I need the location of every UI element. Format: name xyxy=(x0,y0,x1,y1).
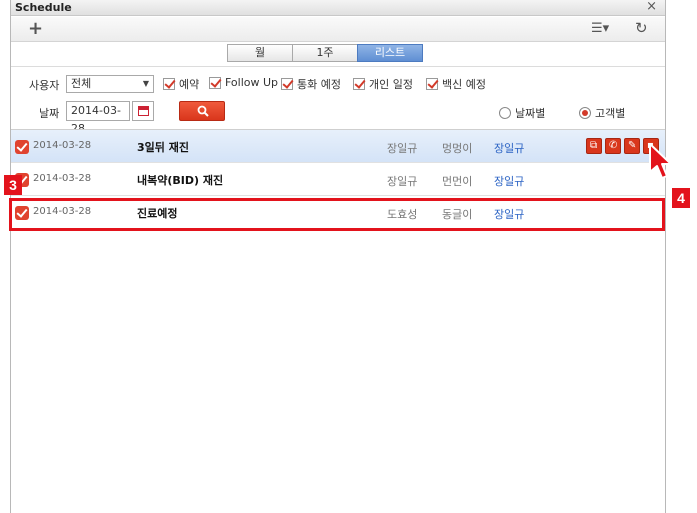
calendar-icon[interactable] xyxy=(132,101,154,121)
call-button[interactable]: ✆ xyxy=(605,138,621,154)
radio-selected-icon xyxy=(579,107,591,119)
schedule-window: Schedule × + ☰▾ ↻ 월 1주 리스트 사용자 전체 ▼ 예약 F… xyxy=(10,0,666,513)
add-icon[interactable]: + xyxy=(28,18,43,39)
callout-badge-3: 3 xyxy=(4,175,22,195)
view-switcher: 월 1주 리스트 xyxy=(227,44,423,62)
search-icon xyxy=(197,105,209,117)
list-item[interactable]: 2014-03-28 내복약(BID) 재진 장일규 먼먼이 장일규 xyxy=(11,163,665,196)
radio-label: 날짜별 xyxy=(515,107,546,120)
row-customer-link[interactable]: 장일규 xyxy=(494,173,524,189)
toolbar: + ☰▾ ↻ xyxy=(11,17,665,42)
checkbox-follow-up[interactable]: Follow Up xyxy=(209,76,278,89)
row-owner: 장일규 xyxy=(387,175,418,188)
checkbox-label: 개인 일정 xyxy=(369,78,413,91)
date-input[interactable]: 2014-03-28 xyxy=(66,101,130,135)
phone-icon: ✆ xyxy=(609,140,618,151)
row-date: 2014-03-28 xyxy=(33,140,92,151)
radio-icon xyxy=(499,107,511,119)
row-pet-name: 먼먼이 xyxy=(442,175,473,188)
menu-icon[interactable]: ☰▾ xyxy=(591,21,609,36)
search-button[interactable] xyxy=(179,101,225,121)
tab-week[interactable]: 1주 xyxy=(292,44,358,62)
checkbox-checked-icon xyxy=(353,78,365,90)
user-select-value: 전체 xyxy=(71,77,92,90)
checkbox-checked-icon xyxy=(209,76,221,89)
close-icon[interactable]: × xyxy=(646,0,657,14)
radio-label: 고객별 xyxy=(595,107,626,120)
radio-by-customer[interactable]: 고객별 xyxy=(579,105,625,121)
row-subject: 3일뒤 재진 xyxy=(137,141,189,154)
user-select[interactable]: 전체 ▼ xyxy=(66,75,154,93)
checkbox-personal[interactable]: 개인 일정 xyxy=(353,76,413,92)
cursor-pointer-icon xyxy=(649,143,672,179)
row-owner: 장일규 xyxy=(387,142,418,155)
title-bar: Schedule × xyxy=(11,0,665,16)
refresh-icon[interactable]: ↻ xyxy=(635,19,648,37)
row-subject: 내복약(BID) 재진 xyxy=(137,174,224,187)
edit-icon: ✎ xyxy=(628,140,637,151)
copy-button[interactable]: ⧉ xyxy=(586,138,602,154)
tab-month[interactable]: 월 xyxy=(227,44,293,62)
checkbox-reservation[interactable]: 예약 xyxy=(163,76,199,92)
checkbox-checked-icon xyxy=(163,78,175,90)
checkbox-label: 통화 예정 xyxy=(297,78,341,91)
checkbox-label: Follow Up xyxy=(225,76,279,89)
row-pet-name: 멍멍이 xyxy=(442,142,473,155)
callout-badge-4: 4 xyxy=(672,188,690,208)
edit-button[interactable]: ✎ xyxy=(624,138,640,154)
filter-panel: 사용자 전체 ▼ 예약 Follow Up 통화 예정 개인 일정 백신 예정 … xyxy=(11,66,665,135)
tab-list[interactable]: 리스트 xyxy=(357,44,423,62)
copy-icon: ⧉ xyxy=(590,140,598,151)
highlight-frame xyxy=(9,198,665,231)
window-title: Schedule xyxy=(15,1,72,14)
row-date: 2014-03-28 xyxy=(33,173,92,184)
checkbox-label: 백신 예정 xyxy=(442,78,486,91)
row-checkbox[interactable] xyxy=(15,140,29,154)
user-label: 사용자 xyxy=(29,79,60,92)
checkbox-vaccine[interactable]: 백신 예정 xyxy=(426,76,486,92)
radio-by-date[interactable]: 날짜별 xyxy=(499,105,545,121)
row-customer-link[interactable]: 장일규 xyxy=(494,140,524,156)
checkbox-checked-icon xyxy=(426,78,438,90)
checkbox-call[interactable]: 통화 예정 xyxy=(281,76,341,92)
date-label: 날짜 xyxy=(39,107,60,120)
checkbox-checked-icon xyxy=(281,78,293,90)
checkbox-label: 예약 xyxy=(179,78,200,91)
chevron-down-icon: ▼ xyxy=(142,79,149,88)
list-item[interactable]: 2014-03-28 3일뒤 재진 장일규 멍멍이 장일규 ⧉ ✆ ✎ ▪ xyxy=(11,130,665,163)
